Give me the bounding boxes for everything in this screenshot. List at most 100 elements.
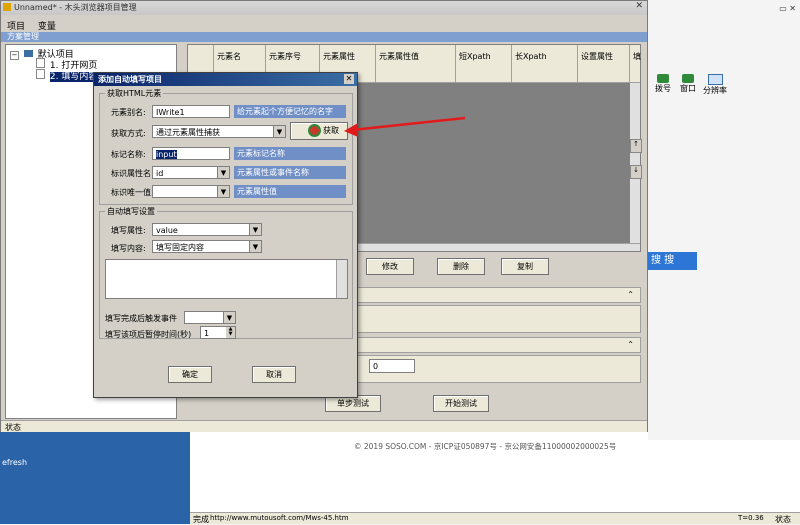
chevron-down-icon[interactable]: ▼ [249,224,261,235]
chevron-down-icon[interactable]: ▼ [217,186,229,197]
tag-value: input [156,150,177,159]
window-controls-right: ▭ ✕ [779,4,796,13]
annotation-arrow [344,116,466,137]
pause-value: 1 [204,329,210,338]
unique-label: 标识唯一值: [111,188,154,197]
panel-title-bar: 方案管理 [1,32,647,42]
menu-item-variable[interactable]: 变量 [38,22,56,32]
spin-value: 0 [373,362,379,371]
window-icon-button[interactable]: 窗口 [677,74,699,94]
collapse-icon-2[interactable]: ⌃ [627,340,634,349]
method-value: 通过元素属性捕获 [156,128,220,137]
search-button[interactable]: 搜 搜 [645,252,697,270]
status-url: http://www.mutousoft.com/Mws-45.htm [210,514,349,522]
spin-input[interactable]: 0 [369,359,415,373]
after-event-select[interactable]: ▼ [184,311,236,324]
grid-col-short-xpath[interactable]: 短Xpath [456,45,512,82]
fill-attr-select[interactable]: value ▼ [152,223,262,236]
alias-input[interactable]: IWrite1 [152,105,230,118]
modify-button[interactable]: 修改 [366,258,414,275]
account-icon [657,74,669,83]
target-icon [308,124,321,137]
alias-label: 元素别名: [111,108,146,117]
after-event-label: 填写完成后触发事件 [105,314,177,323]
desktop-label: efresh [2,458,28,467]
get-element-legend: 获取HTML元素 [105,88,164,99]
fill-content-select[interactable]: 填写固定内容 ▼ [152,240,262,253]
tree-child-2-label: 2. 填写内容 [49,72,98,82]
chevron-down-icon[interactable]: ▼ [249,241,261,252]
window-title: Unnamed* - 木头浏览器项目管理 [14,3,137,12]
fill-content-textarea[interactable] [105,259,348,299]
resolution-icon-button[interactable]: 分辨率 [700,74,730,96]
chevron-down-icon[interactable]: ▼ [273,126,285,137]
folder-icon [23,50,33,57]
unique-select[interactable]: ▼ [152,185,230,198]
pause-label: 填写该项后暂停时间(秒) [105,330,192,339]
tag-input[interactable]: input [152,147,230,160]
tag-label: 标记名称: [111,150,146,159]
status-text: 完成 [193,515,209,524]
expand-icon[interactable]: − [10,51,19,60]
panel-title: 方案管理 [7,32,39,41]
attr-name-value: id [156,169,164,178]
chevron-down-icon[interactable]: ▼ [217,167,229,178]
dialog-title: 添加自动填写项目 [98,75,162,84]
chevron-down-icon[interactable]: ▼ [223,312,235,323]
fill-content-label: 填写内容: [111,244,146,253]
grid-col-set-attr[interactable]: 设置属性 [578,45,630,82]
delete-button[interactable]: 删除 [437,258,485,275]
menu-item-project[interactable]: 项目 [7,22,25,32]
browser-footer: © 2019 SOSO.COM - 京ICP证050897号 - 京公网安备11… [354,442,617,451]
window-icon [682,74,694,83]
status-right: 状态 [775,515,791,524]
edit-icon [36,69,45,79]
project-titlebar: Unnamed* - 木头浏览器项目管理 ✕ [1,1,647,15]
grid-col-attr-value[interactable]: 元素属性值 [376,45,456,82]
status-time: T=0.36 [738,514,764,522]
collapse-icon[interactable]: ⌃ [627,290,634,299]
project-statusbar: 状态 [1,420,647,432]
desktop-background [0,432,190,524]
spin-arrows-icon[interactable]: ▲ ▼ [226,327,235,338]
unique-hint: 元素属性值 [234,185,346,198]
tag-hint: 元素标记名称 [234,147,346,160]
account-icon-label: 拨号 [655,84,671,93]
method-select[interactable]: 通过元素属性捕获 ▼ [152,125,286,138]
browser-statusbar: 完成 http://www.mutousoft.com/Mws-45.htm T… [190,512,800,524]
cancel-button[interactable]: 取消 [252,366,296,383]
resolution-icon [707,74,723,85]
textarea-scrollbar[interactable] [336,260,347,298]
fill-content-value: 填写固定内容 [156,243,204,252]
menubar: 项目 变量 [7,19,66,32]
browser-toolbar: 拨号 窗口 分辨率 [652,74,732,98]
scroll-up-icon[interactable]: ↑ [630,139,642,153]
project-status: 状态 [5,423,21,432]
window-icon-label: 窗口 [680,84,696,93]
pause-input[interactable]: 1 ▲ ▼ [200,326,236,339]
app-icon [3,3,11,11]
start-test-button[interactable]: 开始测试 [433,395,489,412]
attr-name-label: 标识属性名: [111,169,154,178]
page-icon [36,58,45,68]
grid-col-long-xpath[interactable]: 长Xpath [512,45,578,82]
attr-name-hint: 元素属性或事件名称 [234,166,346,179]
grid-col-fill[interactable]: 填 [630,45,641,82]
add-fill-dialog: 添加自动填写项目 ✕ 获取HTML元素 元素别名: IWrite1 给元素起个方… [93,72,358,398]
fill-attr-value: value [156,226,178,235]
fill-attr-label: 填写属性: [111,226,146,235]
grid-vscroll[interactable]: ↑ ↓ [630,83,642,243]
method-label: 获取方式: [111,129,146,138]
fill-settings-legend: 自动填写设置 [105,206,157,217]
dialog-close-icon[interactable]: ✕ [344,74,354,84]
attr-name-select[interactable]: id ▼ [152,166,230,179]
account-icon-button[interactable]: 拨号 [652,74,674,94]
copy-button[interactable]: 复制 [501,258,549,275]
resolution-icon-label: 分辨率 [703,86,727,95]
close-icon[interactable]: ✕ [635,1,643,11]
dialog-titlebar: 添加自动填写项目 ✕ [94,73,357,86]
browser-right-panel: ▭ ✕ [648,0,800,440]
scroll-down-icon[interactable]: ↓ [630,165,642,179]
tree-child-2[interactable]: 2. 填写内容 [36,69,98,82]
ok-button[interactable]: 确定 [168,366,212,383]
